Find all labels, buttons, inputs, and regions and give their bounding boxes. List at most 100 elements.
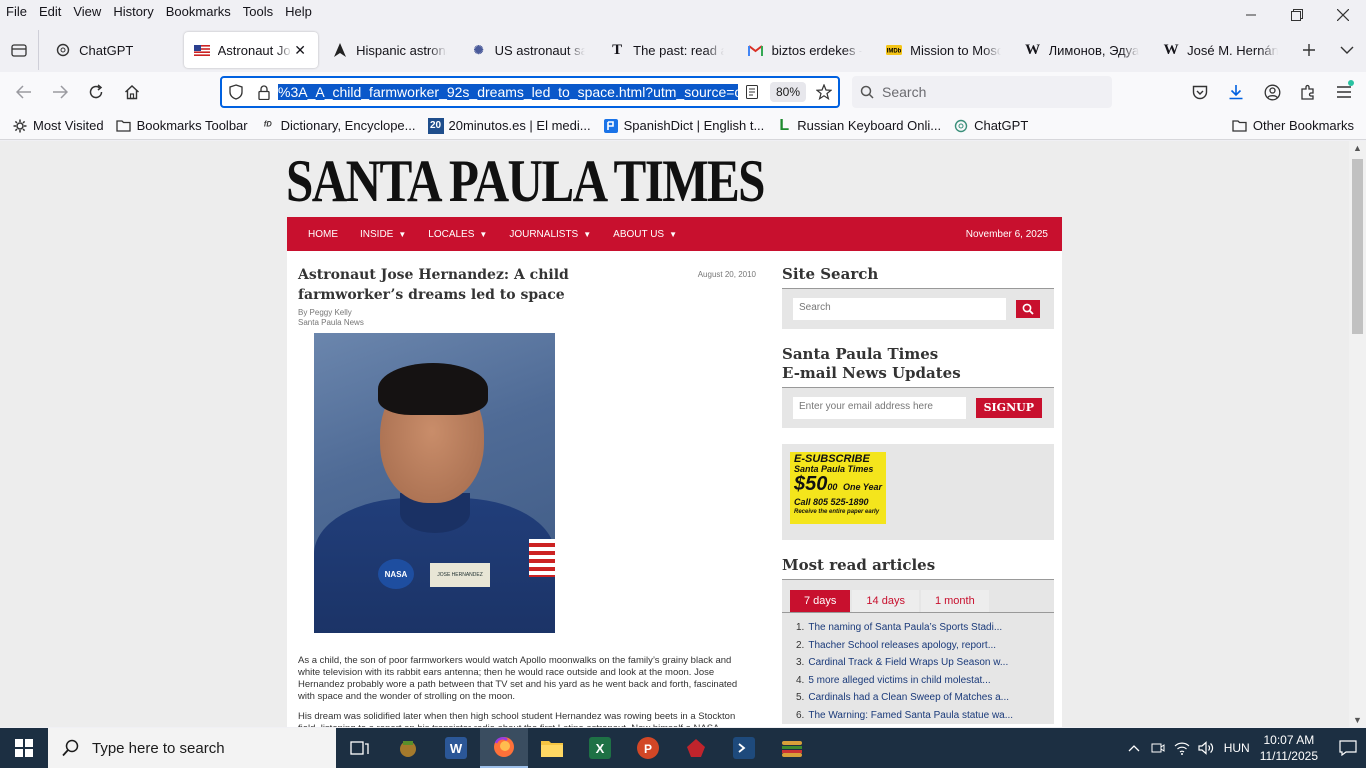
chevron-up-icon[interactable]	[1122, 744, 1146, 752]
reload-button[interactable]	[78, 76, 114, 108]
menu-file[interactable]: File	[0, 4, 33, 19]
caret-down-icon: ▼	[398, 229, 407, 239]
url-text[interactable]: %3A_A_child_farmworker_92s_dreams_led_to…	[278, 84, 738, 100]
nav-inside[interactable]: INSIDE ▼	[349, 229, 417, 240]
signup-button[interactable]: SIGNUP	[975, 398, 1042, 418]
site-search-button[interactable]	[1016, 300, 1040, 318]
site-search-input[interactable]: Search	[793, 298, 1006, 320]
menu-edit[interactable]: Edit	[33, 4, 67, 19]
start-button[interactable]	[0, 728, 48, 768]
bookmark-dictionary[interactable]: ᶠᴰ Dictionary, Encyclope...	[254, 118, 422, 134]
bookmark-russian-keyboard[interactable]: L Russian Keyboard Onli...	[770, 117, 947, 134]
account-button[interactable]	[1254, 76, 1290, 108]
notification-center-icon[interactable]	[1330, 740, 1366, 756]
email-input[interactable]: Enter your email address here	[793, 397, 966, 419]
bookmark-spanishdict[interactable]: SpanishDict | English t...	[597, 118, 771, 134]
forward-button[interactable]	[42, 76, 78, 108]
firefox-view-button[interactable]	[0, 30, 38, 70]
menu-history[interactable]: History	[107, 4, 159, 19]
taskbar-search-box[interactable]: Type here to search	[48, 728, 336, 768]
scroll-down-icon[interactable]: ▼	[1353, 715, 1362, 725]
tab-hispanic-astronaut[interactable]: Hispanic astronau	[322, 32, 457, 68]
tab-chatgpt[interactable]: ChatGPT	[45, 32, 180, 68]
list-item[interactable]: 3. Cardinal Track & Field Wraps Up Season…	[796, 654, 1044, 672]
list-item[interactable]: 1. The naming of Santa Paula’s Sports Sta…	[796, 619, 1044, 637]
menu-view[interactable]: View	[67, 4, 107, 19]
tab-7-days[interactable]: 7 days	[790, 590, 851, 612]
new-tab-button[interactable]	[1290, 32, 1328, 68]
scroll-up-icon[interactable]: ▲	[1353, 143, 1362, 153]
red-app-icon[interactable]	[672, 728, 720, 768]
menu-tools[interactable]: Tools	[237, 4, 279, 19]
bookmark-star-icon[interactable]	[810, 84, 838, 100]
astronaut-portrait-photo: NASA JOSE HERNANDEZ	[314, 333, 555, 633]
file-explorer-icon[interactable]	[528, 728, 576, 768]
excel-icon[interactable]: X	[576, 728, 624, 768]
bookmark-label: Russian Keyboard Onli...	[797, 118, 942, 133]
back-arrow-icon	[16, 85, 31, 99]
bookmark-chatgpt[interactable]: ChatGPT	[947, 118, 1034, 134]
close-tab-icon[interactable]: ✕	[292, 42, 308, 59]
downloads-button[interactable]	[1218, 76, 1254, 108]
svg-text:X: X	[596, 741, 605, 756]
list-item[interactable]: 4. 5 more alleged victims in child molest…	[796, 672, 1044, 690]
tab-limonov[interactable]: W Лимонов, Эдуард	[1015, 32, 1150, 68]
tab-jose-hernandez-wiki[interactable]: W José M. Hernánde	[1153, 32, 1288, 68]
tab-us-astronaut-says[interactable]: ✺ US astronaut says	[461, 32, 596, 68]
nav-about-us[interactable]: ABOUT US ▼	[602, 229, 688, 240]
list-item[interactable]: 2. Thacher School releases apology, repor…	[796, 637, 1044, 655]
tab-14-days[interactable]: 14 days	[852, 590, 919, 612]
bookmark-other-bookmarks[interactable]: Other Bookmarks	[1226, 118, 1360, 134]
nav-locales[interactable]: LOCALES ▼	[417, 229, 498, 240]
task-view-icon[interactable]	[336, 728, 384, 768]
app-menu-button[interactable]	[1326, 76, 1362, 108]
page-scrollbar[interactable]: ▲ ▼	[1349, 141, 1366, 727]
nav-home[interactable]: HOME	[287, 229, 349, 240]
list-item[interactable]: 5. Cardinals had a Clean Sweep of Matches…	[796, 689, 1044, 707]
us-flag-icon	[193, 42, 210, 58]
url-bar[interactable]: %3A_A_child_farmworker_92s_dreams_led_to…	[220, 76, 840, 108]
nav-journalists[interactable]: JOURNALISTS ▼	[498, 229, 602, 240]
wifi-icon[interactable]	[1170, 741, 1194, 755]
site-masthead-logo[interactable]: SANTA PAULA TIMES	[286, 149, 766, 213]
word-icon[interactable]: W	[432, 728, 480, 768]
menu-help[interactable]: Help	[279, 4, 318, 19]
search-bar[interactable]: Search	[852, 76, 1112, 108]
tab-the-past[interactable]: T The past: read all	[599, 32, 734, 68]
game-icon[interactable]	[384, 728, 432, 768]
input-language-indicator[interactable]: HUN	[1224, 741, 1250, 755]
lock-icon[interactable]	[250, 84, 278, 100]
scrollbar-thumb[interactable]	[1352, 159, 1363, 334]
tab-mission-to-moscow[interactable]: IMDb Mission to Mosco	[876, 32, 1011, 68]
tab-astronaut-jose[interactable]: Astronaut Jose ✕	[183, 32, 319, 68]
chatgpt-icon	[55, 42, 71, 58]
sandwich-app-icon[interactable]	[768, 728, 816, 768]
tab-gmail[interactable]: biztos erdekes - is	[738, 32, 873, 68]
home-button[interactable]	[114, 76, 150, 108]
zoom-level-button[interactable]: 80%	[769, 82, 806, 102]
e-subscribe-ad[interactable]: E-SUBSCRIBE Santa Paula Times $5000 One …	[790, 452, 886, 524]
menu-bookmarks[interactable]: Bookmarks	[160, 4, 237, 19]
bookmark-most-visited[interactable]: Most Visited	[0, 118, 110, 134]
meet-now-icon[interactable]	[1146, 741, 1170, 755]
tracking-protection-shield-icon[interactable]	[222, 84, 250, 100]
back-button[interactable]	[6, 76, 42, 108]
list-item[interactable]: 6. The Warning: Famed Santa Paula statue …	[796, 707, 1044, 725]
bookmark-folder-toolbar[interactable]: Bookmarks Toolbar	[110, 118, 254, 134]
reader-view-icon[interactable]	[738, 85, 766, 99]
firefox-icon[interactable]	[480, 728, 528, 768]
speaker-icon[interactable]	[1194, 741, 1218, 755]
bookmark-20minutos[interactable]: 20 20minutos.es | El medi...	[422, 117, 597, 134]
close-window-button[interactable]	[1320, 0, 1366, 30]
taskbar-clock[interactable]: 10:07 AM 11/11/2025	[1260, 732, 1318, 764]
extensions-button[interactable]	[1290, 76, 1326, 108]
tab-1-month[interactable]: 1 month	[920, 590, 989, 612]
restore-button[interactable]	[1274, 0, 1320, 30]
minimize-button[interactable]	[1228, 0, 1274, 30]
pocket-button[interactable]	[1182, 76, 1218, 108]
list-all-tabs-button[interactable]	[1328, 32, 1366, 68]
powerpoint-icon[interactable]: P	[624, 728, 672, 768]
terminal-icon[interactable]	[720, 728, 768, 768]
ad-title: E-SUBSCRIBE	[794, 453, 870, 465]
web-content: SANTA PAULA TIMES HOME INSIDE ▼ LOCALES ▼ …	[0, 141, 1366, 727]
